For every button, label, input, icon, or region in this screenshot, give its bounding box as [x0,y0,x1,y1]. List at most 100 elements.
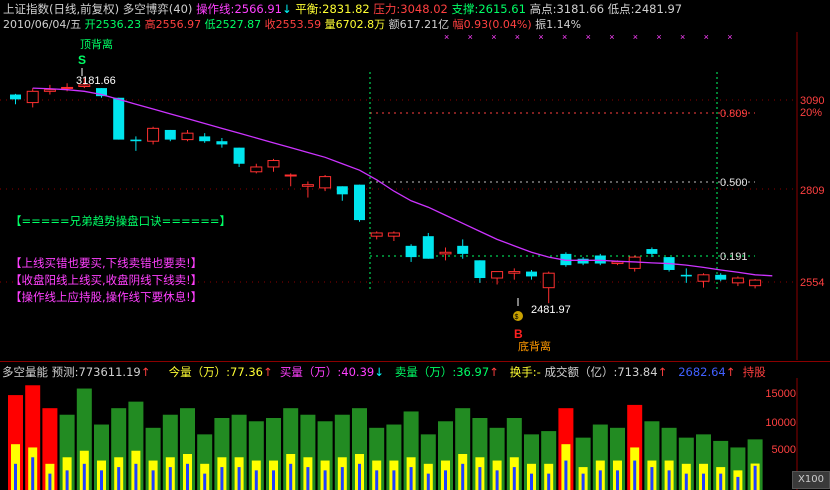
sell-volume-bar [409,467,413,490]
header-line-2: 2010/06/04/五 开2536.23 高2556.97 低2527.87 … [3,16,581,32]
sell-volume-bar [444,470,447,490]
candle-body [199,136,211,142]
candle-body [181,132,194,141]
axis-label-20pct: 20% [800,107,822,119]
candle-body [147,127,160,142]
op-down-arrow-icon: ↓ [282,2,292,16]
x-marker: × [586,32,591,42]
sell-volume-bar [14,463,17,490]
panel-divider [0,361,830,362]
sell-volume-bar [358,463,361,490]
sell-up-arrow-icon: ↑ [489,365,499,379]
candle-body [319,176,332,189]
high-label: 高点: [529,2,557,16]
sell-vol-value: 36.97 [456,365,490,379]
candle-body [474,260,486,279]
amt-value: 617.21亿 [399,18,450,31]
today-vol-value: 77.36 [230,365,263,379]
vol-axis-15000: 15000 [765,388,796,400]
sell-volume-bar [306,467,310,490]
low-label: 低点: [607,2,635,16]
candle-body [526,271,537,277]
balance-label: 平衡: [295,2,323,16]
pressure-label: 压力: [373,2,401,16]
slogan-tip-2: 【收盘阳线上线买,收盘阴线下线卖!】 [10,273,203,287]
high-value: 3181.66 [556,2,605,16]
fib-809-label: 0.809 [720,108,748,120]
sell-volume-bar [547,473,551,490]
sell-volume-bar [340,467,344,490]
candle-body [422,236,434,259]
extra-up-arrow-icon: ↑ [725,365,736,379]
sell-volume-bar [323,470,327,490]
candle-body [43,89,56,92]
hi-label: 高 [144,18,156,31]
coin-icon-glyph: $ [515,314,519,321]
buy-vol-label: 买量（万）: [279,365,342,379]
indicator-name: 多空博弈(40) [122,2,193,16]
candle-body [611,261,624,265]
hi-value: 2556.97 [155,18,202,31]
support-label: 支撑: [451,2,479,16]
buy-signal-mark: B [514,327,523,341]
candle-body [439,251,452,255]
forecast-value: 773611.19 [78,365,141,379]
x-marker: × [562,32,567,42]
zoom-button[interactable]: X100 [792,471,830,489]
open-value: 2536.23 [95,18,142,31]
sell-volume-bar [254,470,258,490]
sell-volume-bar [598,470,602,490]
sell-volume-bar [564,460,568,490]
candlestick-chart[interactable]: × × × × × × × × × × × × × 3090 20% 2809 2554 0.809 0… [0,32,830,360]
amp-value: 1.14% [546,18,582,31]
buy-vol-value: 40.39 [341,365,375,379]
top-x-markers: × × × × × × × × × × × × × [444,32,732,42]
axis-label-2809: 2809 [800,185,824,197]
candle-body [354,184,365,221]
sell-volume-bar [82,463,86,490]
candle-body [749,279,762,287]
low-price-label: 2481.97 [531,304,571,316]
amount-value: 713.84 [617,365,658,379]
sell-volume-bar [702,473,705,490]
slogan-tip-3: 【操作线上应持股,操作线下要休息!】 [10,290,203,304]
candle-body [164,129,176,140]
amount-label: 成交额（亿）: [544,365,618,379]
volume-indicator-name[interactable]: 多空量能 [2,365,48,379]
open-label: 开 [84,18,96,31]
sell-volume-bar [220,467,224,490]
sell-volume-bar [512,467,516,490]
today-vol-label: 今量（万）: [168,365,231,379]
candle-body [216,141,228,145]
chg-value: 0.93(0.04%) [463,18,532,31]
sell-volume-bar [736,476,740,490]
buy-down-arrow-icon: ↓ [374,365,384,379]
axis-label-2554: 2554 [800,277,824,289]
amount-up-arrow-icon: ↑ [657,365,668,379]
sell-volume-bar [100,470,103,490]
x-marker: × [609,32,614,42]
vol-axis-5000: 5000 [772,444,796,456]
sell-volume-bar [151,470,155,490]
op-label: 操作线: [196,2,235,16]
candle-body [61,86,74,89]
sell-volume-bar [667,470,671,490]
candle-body [646,249,658,254]
sell-volume-bar [495,470,499,490]
forecast-up-arrow-icon: ↑ [140,365,151,379]
candle-body [405,245,417,258]
candle-body [250,166,263,173]
volume-chart[interactable]: 15000 10000 5000 [0,378,830,490]
candle-body [577,258,589,264]
candle-body [457,245,469,254]
x-marker: × [491,32,496,42]
candle-body [284,174,297,177]
sell-vol-label: 卖量（万）: [394,365,457,379]
low-value: 2481.97 [634,2,683,16]
sell-volume-bar [65,470,69,490]
candle-body [731,277,744,284]
candle-body [233,147,245,164]
amp-label: 振 [535,18,547,31]
x-marker: × [727,32,732,42]
sell-volume-bar [581,473,585,490]
